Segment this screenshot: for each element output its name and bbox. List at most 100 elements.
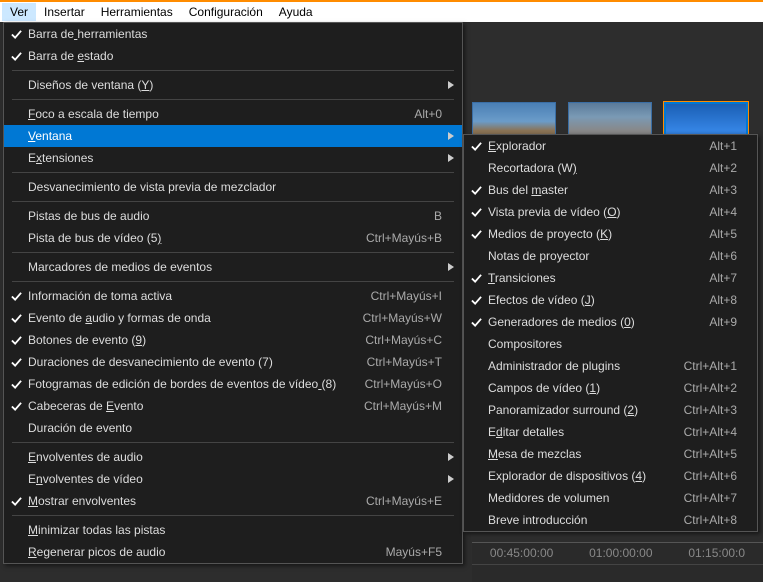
menu-ver-item[interactable]: Envolventes de audio	[4, 446, 462, 468]
menubar-item-insertar[interactable]: Insertar	[36, 3, 93, 21]
menu-ver-item[interactable]: Cabeceras de EventoCtrl+Mayús+M	[4, 395, 462, 417]
submenu-ventana-item[interactable]: Explorador de dispositivos (4)Ctrl+Alt+6	[464, 465, 757, 487]
menu-item-label: Extensiones	[24, 151, 442, 165]
menu-item-shortcut: Ctrl+Alt+6	[668, 469, 737, 483]
menu-item-label: Regenerar picos de audio	[24, 545, 370, 559]
submenu-ventana-item[interactable]: Vista previa de vídeo (O)Alt+4	[464, 201, 757, 223]
menu-separator	[12, 281, 454, 282]
menu-item-label: Envolventes de vídeo	[24, 472, 442, 486]
submenu-ventana-item[interactable]: Efectos de vídeo (J)Alt+8	[464, 289, 757, 311]
menu-ver-item[interactable]: Minimizar todas las pistas	[4, 519, 462, 541]
timeline-mark: 01:15:00:0	[688, 546, 745, 560]
menu-ver-item[interactable]: Ventana	[4, 125, 462, 147]
submenu-ventana-item[interactable]: Bus del masterAlt+3	[464, 179, 757, 201]
timeline-ruler[interactable]: 00:45:00:0001:00:00:0001:15:00:0	[472, 543, 763, 560]
menu-ver-item[interactable]: Fotogramas de edición de bordes de event…	[4, 373, 462, 395]
submenu-ventana-item[interactable]: Generadores de medios (0)Alt+9	[464, 311, 757, 333]
menu-item-shortcut: Alt+0	[398, 107, 442, 121]
submenu-ventana-item[interactable]: Breve introducciónCtrl+Alt+8	[464, 509, 757, 531]
submenu-ventana-item[interactable]: Notas de proyectorAlt+6	[464, 245, 757, 267]
menu-ver-item[interactable]: Duración de evento	[4, 417, 462, 439]
menubar-item-ayuda[interactable]: Ayuda	[271, 3, 321, 21]
menu-ver-item[interactable]: Diseños de ventana (Y)	[4, 74, 462, 96]
menu-ver-item[interactable]: Regenerar picos de audioMayús+F5	[4, 541, 462, 563]
submenu-ventana-item[interactable]: Panoramizador surround (2)Ctrl+Alt+3	[464, 399, 757, 421]
workspace: 00:45:00:0001:00:00:0001:15:00:0 Barra d…	[0, 22, 763, 582]
menu-separator	[12, 515, 454, 516]
menu-ver-item[interactable]: Pistas de bus de audioB	[4, 205, 462, 227]
menu-separator	[12, 70, 454, 71]
menu-item-label: Transiciones	[484, 271, 693, 285]
menu-item-shortcut: Ctrl+Mayús+M	[348, 399, 442, 413]
menu-item-label: Pista de bus de vídeo (5)	[24, 231, 350, 245]
check-icon	[8, 29, 24, 40]
menubar-item-herramientas[interactable]: Herramientas	[93, 3, 181, 21]
menu-item-shortcut: B	[418, 209, 442, 223]
menu-ver-item[interactable]: Barra de herramientas	[4, 23, 462, 45]
menu-item-shortcut: Ctrl+Mayús+T	[351, 355, 442, 369]
submenu-arrow-icon	[442, 129, 454, 143]
menu-item-label: Recortadora (W)	[484, 161, 693, 175]
menu-item-label: Medios de proyecto (K)	[484, 227, 693, 241]
menu-ver-item[interactable]: Barra de estado	[4, 45, 462, 67]
menubar-item-configuración[interactable]: Configuración	[181, 3, 271, 21]
menu-item-shortcut: Ctrl+Alt+8	[668, 513, 737, 527]
menu-ver-item[interactable]: Evento de audio y formas de ondaCtrl+May…	[4, 307, 462, 329]
menu-item-label: Fotogramas de edición de bordes de event…	[24, 377, 349, 391]
menu-ver-item[interactable]: Desvanecimiento de vista previa de mezcl…	[4, 176, 462, 198]
menu-ver-item[interactable]: Envolventes de vídeo	[4, 468, 462, 490]
submenu-ventana-item[interactable]: TransicionesAlt+7	[464, 267, 757, 289]
menubar: VerInsertarHerramientasConfiguraciónAyud…	[0, 2, 763, 22]
menubar-item-ver[interactable]: Ver	[2, 3, 36, 21]
check-icon	[468, 207, 484, 218]
menu-item-label: Evento de audio y formas de onda	[24, 311, 347, 325]
menu-ver-item[interactable]: Mostrar envolventesCtrl+Mayús+E	[4, 490, 462, 512]
menu-item-label: Administrador de plugins	[484, 359, 668, 373]
menu-item-label: Notas de proyector	[484, 249, 693, 263]
submenu-ventana-item[interactable]: Mesa de mezclasCtrl+Alt+5	[464, 443, 757, 465]
menu-separator	[12, 442, 454, 443]
menu-ver-item[interactable]: Extensiones	[4, 147, 462, 169]
menu-item-label: Pistas de bus de audio	[24, 209, 418, 223]
menu-item-shortcut: Alt+9	[693, 315, 737, 329]
menu-ver-item[interactable]: Duraciones de desvanecimiento de evento …	[4, 351, 462, 373]
submenu-ventana-item[interactable]: ExploradorAlt+1	[464, 135, 757, 157]
submenu-ventana-item[interactable]: Campos de vídeo (1)Ctrl+Alt+2	[464, 377, 757, 399]
menu-ver-item[interactable]: Marcadores de medios de eventos	[4, 256, 462, 278]
menu-item-label: Mesa de mezclas	[484, 447, 668, 461]
timeline[interactable]: 00:45:00:0001:00:00:0001:15:00:0	[472, 542, 763, 582]
check-icon	[8, 51, 24, 62]
menu-item-label: Explorador	[484, 139, 693, 153]
timeline-mark: 00:45:00:00	[490, 546, 553, 560]
menu-item-label: Información de toma activa	[24, 289, 355, 303]
menu-item-shortcut: Ctrl+Alt+3	[668, 403, 737, 417]
menu-item-label: Duraciones de desvanecimiento de evento …	[24, 355, 351, 369]
submenu-ventana-item[interactable]: Editar detallesCtrl+Alt+4	[464, 421, 757, 443]
menu-item-label: Breve introducción	[484, 513, 668, 527]
submenu-ventana-item[interactable]: Medidores de volumenCtrl+Alt+7	[464, 487, 757, 509]
menu-item-label: Generadores de medios (0)	[484, 315, 693, 329]
menu-ver-item[interactable]: Pista de bus de vídeo (5)Ctrl+Mayús+B	[4, 227, 462, 249]
menu-ver-item[interactable]: Botones de evento (9)Ctrl+Mayús+C	[4, 329, 462, 351]
menu-item-shortcut: Ctrl+Alt+5	[668, 447, 737, 461]
submenu-ventana-item[interactable]: Administrador de pluginsCtrl+Alt+1	[464, 355, 757, 377]
menu-item-shortcut: Ctrl+Mayús+B	[350, 231, 442, 245]
menu-item-shortcut: Alt+1	[693, 139, 737, 153]
menu-item-label: Efectos de vídeo (J)	[484, 293, 693, 307]
menu-item-label: Diseños de ventana (Y)	[24, 78, 442, 92]
submenu-ventana-item[interactable]: Recortadora (W)Alt+2	[464, 157, 757, 179]
menu-ver-item[interactable]: Foco a escala de tiempoAlt+0	[4, 103, 462, 125]
menu-item-label: Envolventes de audio	[24, 450, 442, 464]
submenu-arrow-icon	[442, 472, 454, 486]
menu-item-shortcut: Ctrl+Alt+2	[668, 381, 737, 395]
submenu-ventana-item[interactable]: Medios de proyecto (K)Alt+5	[464, 223, 757, 245]
check-icon	[468, 273, 484, 284]
menu-item-shortcut: Ctrl+Mayús+O	[349, 377, 442, 391]
menu-item-label: Marcadores de medios de eventos	[24, 260, 442, 274]
submenu-arrow-icon	[442, 151, 454, 165]
submenu-ventana-item[interactable]: Compositores	[464, 333, 757, 355]
menu-ver-item[interactable]: Información de toma activaCtrl+Mayús+I	[4, 285, 462, 307]
menu-item-label: Foco a escala de tiempo	[24, 107, 398, 121]
timeline-track[interactable]	[472, 564, 763, 578]
menu-item-shortcut: Ctrl+Alt+1	[668, 359, 737, 373]
